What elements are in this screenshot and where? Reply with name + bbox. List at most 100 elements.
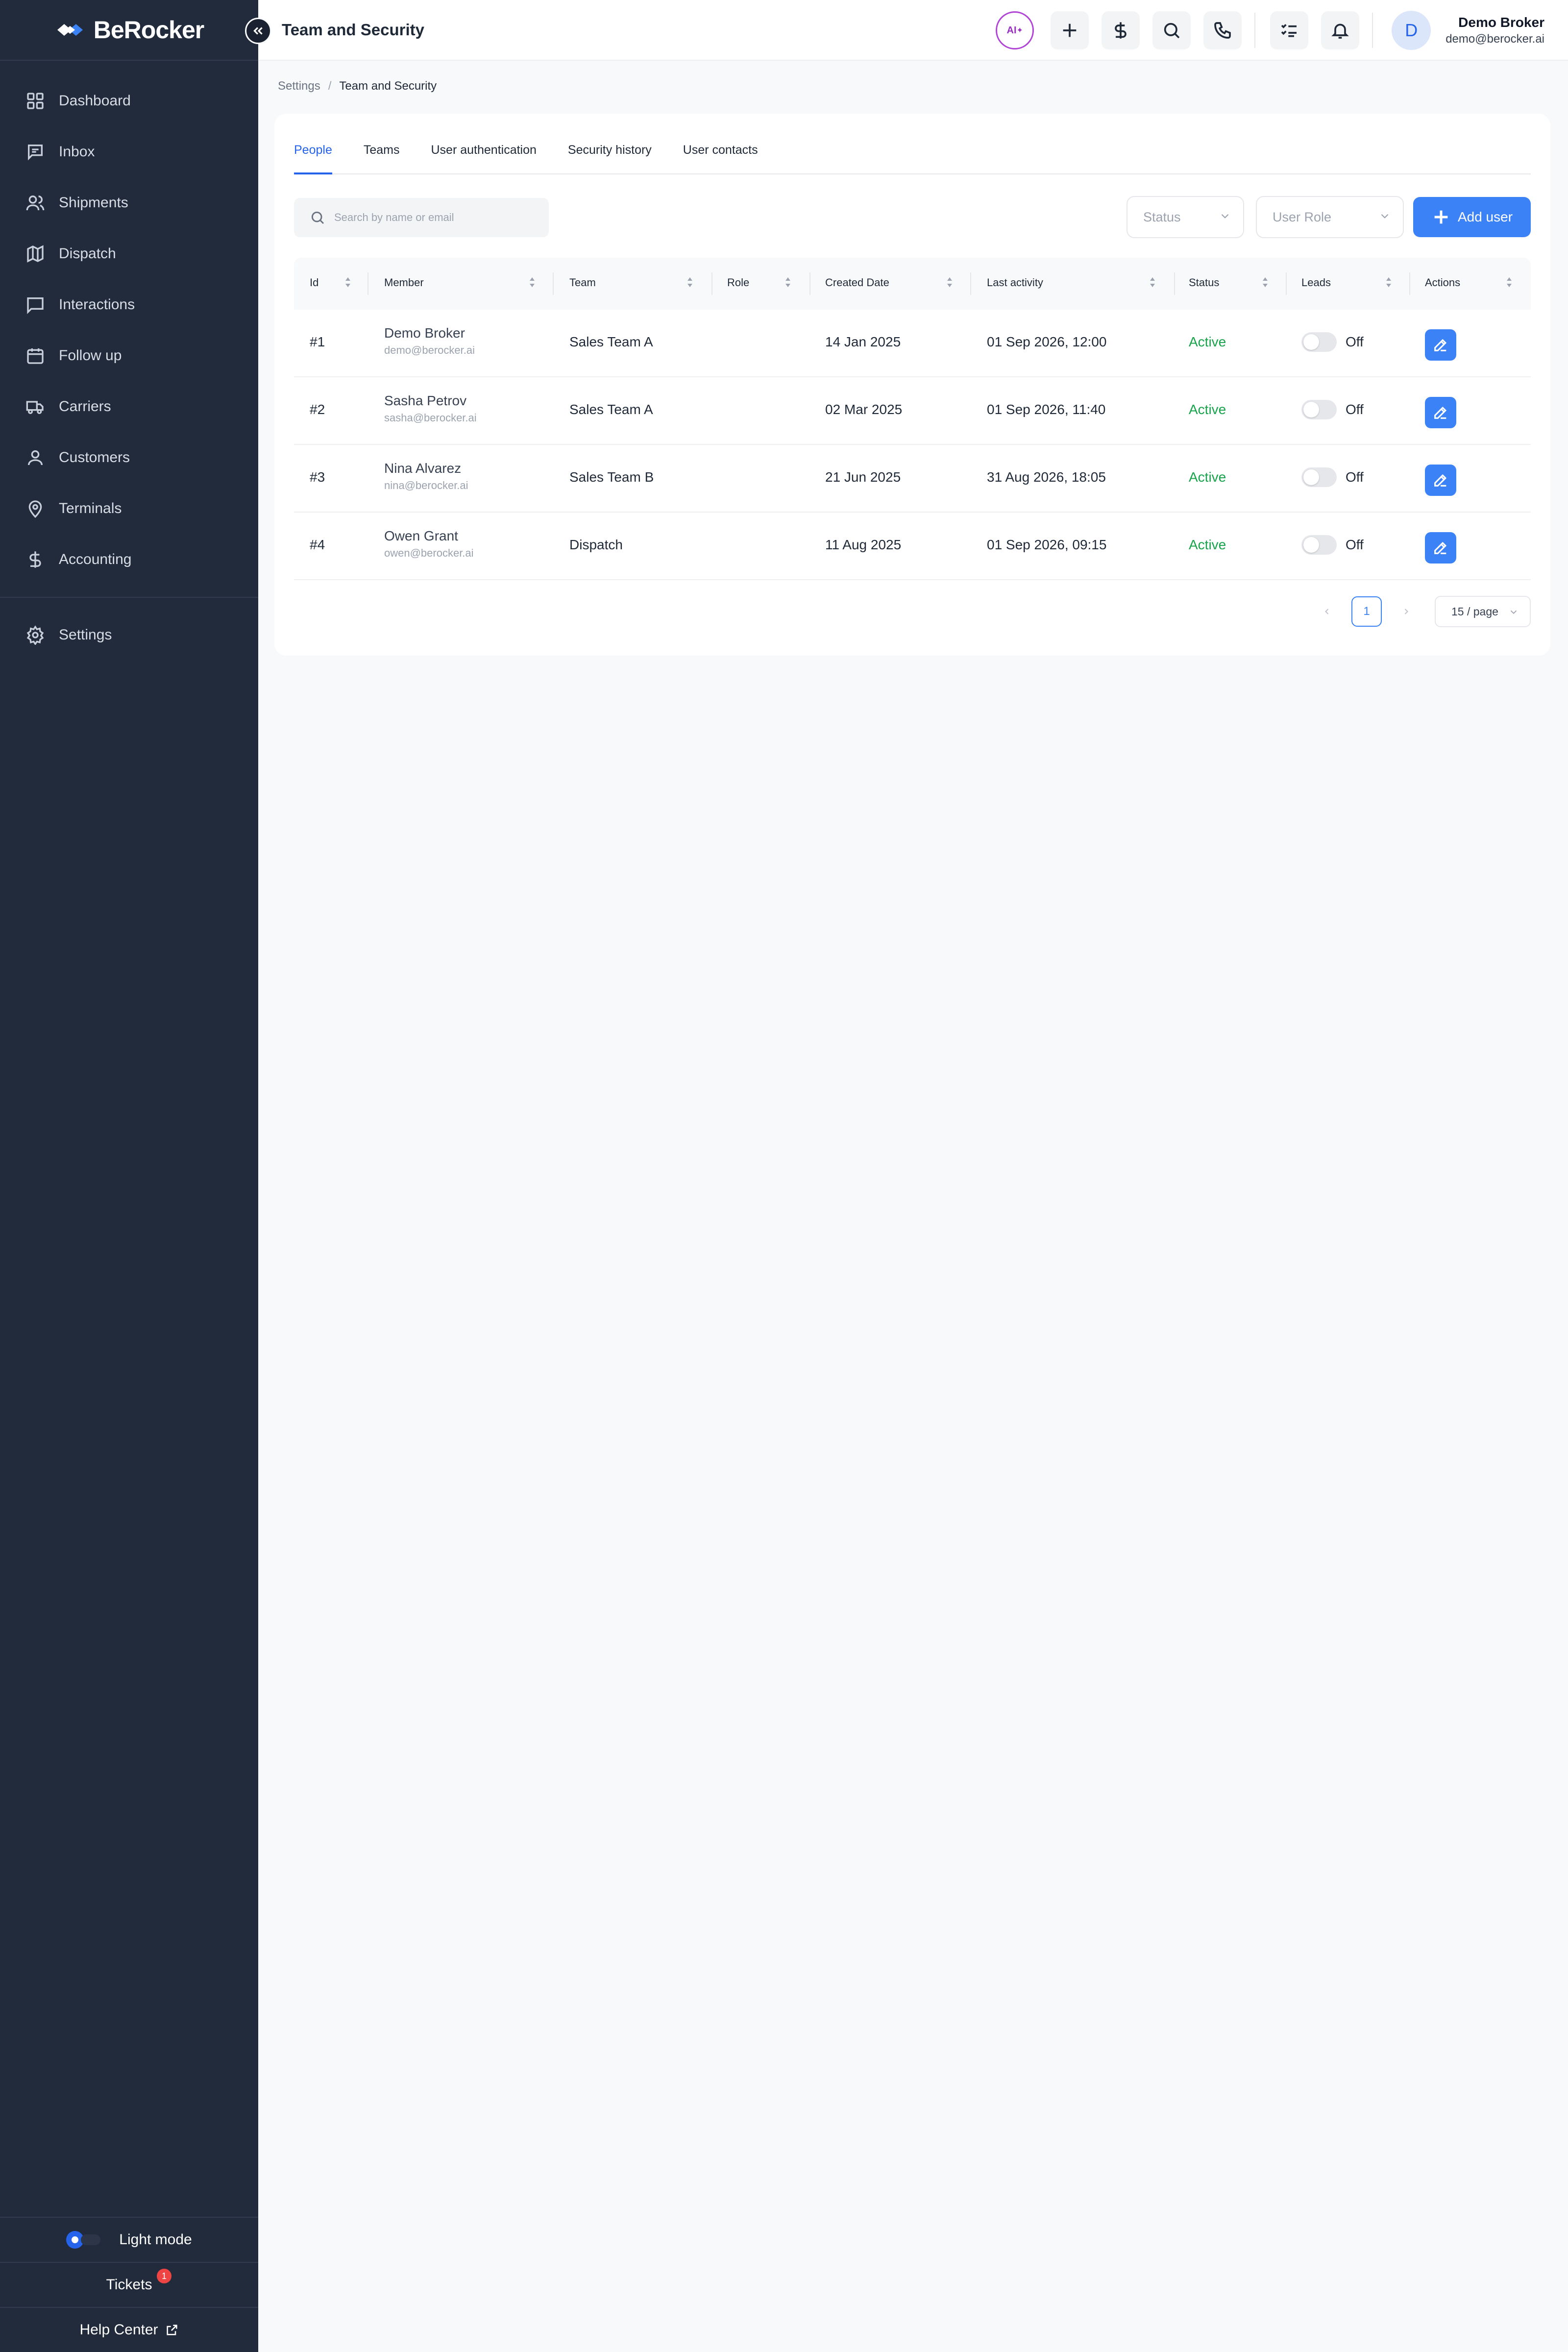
sidebar-item-dispatch[interactable]: Dispatch [0, 228, 258, 279]
tab-user-authentication[interactable]: User authentication [431, 137, 537, 173]
ai-assistant-button[interactable]: AI ✦ [996, 11, 1034, 49]
table-row[interactable]: #3 Nina Alvarez nina@berocker.ai Sales T… [294, 445, 1531, 513]
page-size-select[interactable]: 15 / page [1435, 596, 1531, 627]
sort-icon[interactable] [1505, 274, 1513, 290]
sort-icon[interactable] [528, 274, 536, 290]
add-user-button[interactable]: Add user [1413, 197, 1531, 237]
status-select[interactable]: Status [1127, 196, 1244, 238]
light-mode-label: Light mode [119, 2231, 192, 2248]
status-select-placeholder: Status [1143, 209, 1181, 224]
sidebar-item-terminals[interactable]: Terminals [0, 483, 258, 534]
page-number-button[interactable]: 1 [1351, 596, 1382, 627]
column-header-member[interactable]: Member [384, 276, 424, 289]
brand-logo-icon [57, 24, 83, 36]
breadcrumb-separator: / [328, 79, 332, 93]
truck-icon [26, 401, 44, 414]
add-user-label: Add user [1457, 209, 1513, 224]
cell-member: Demo Broker demo@berocker.ai [384, 325, 475, 357]
column-header-team[interactable]: Team [569, 276, 596, 289]
notifications-button[interactable] [1321, 11, 1360, 49]
table-row[interactable]: #1 Demo Broker demo@berocker.ai Sales Te… [294, 310, 1531, 377]
sort-icon[interactable] [1149, 274, 1156, 290]
tasks-button[interactable] [1270, 11, 1309, 49]
sidebar-item-label: Carriers [59, 398, 111, 415]
leads-toggle[interactable]: Off [1301, 332, 1364, 352]
plus-icon [1434, 210, 1448, 224]
search-button[interactable] [1152, 11, 1191, 49]
edit-button[interactable] [1425, 465, 1456, 496]
leads-toggle[interactable]: Off [1301, 467, 1364, 487]
tab-teams[interactable]: Teams [364, 137, 400, 173]
sidebar-item-dashboard[interactable]: Dashboard [0, 75, 258, 126]
edit-button[interactable] [1425, 329, 1456, 361]
sidebar-item-interactions[interactable]: Interactions [0, 279, 258, 330]
leads-toggle[interactable]: Off [1301, 535, 1364, 555]
pagination: 1 15 / page [1317, 596, 1531, 627]
user-role-select[interactable]: User Role [1256, 196, 1404, 238]
prev-page-button[interactable] [1317, 602, 1337, 621]
edit-button[interactable] [1425, 532, 1456, 564]
breadcrumb-settings[interactable]: Settings [278, 79, 320, 93]
sidebar-item-shipments[interactable]: Shipments [0, 177, 258, 228]
table-header: Id Member Team Role Created Date Last ac… [294, 258, 1531, 310]
sparkle-icon: ✦ [1016, 26, 1023, 35]
leads-toggle[interactable]: Off [1301, 400, 1364, 419]
sort-icon[interactable] [946, 274, 954, 290]
sidebar-item-accounting[interactable]: Accounting [0, 534, 258, 585]
billing-button[interactable] [1102, 11, 1140, 49]
cell-member: Sasha Petrov sasha@berocker.ai [384, 393, 477, 424]
pencil-icon [1434, 541, 1447, 554]
user-menu[interactable]: D Demo Broker demo@berocker.ai [1392, 11, 1544, 50]
column-header-created-date[interactable]: Created Date [825, 276, 889, 289]
sort-icon[interactable] [784, 274, 792, 290]
sort-icon[interactable] [1385, 274, 1393, 290]
page-size-label: 15 / page [1451, 605, 1498, 618]
cell-last-activity: 01 Sep 2026, 12:00 [987, 334, 1107, 349]
tab-user-contacts[interactable]: User contacts [683, 137, 758, 173]
breadcrumb: Settings / Team and Security [278, 79, 437, 93]
help-center-link[interactable]: Help Center [0, 2307, 258, 2352]
sort-icon[interactable] [1261, 274, 1269, 290]
tickets-link[interactable]: Tickets 1 [0, 2262, 258, 2307]
sidebar-item-carriers[interactable]: Carriers [0, 381, 258, 432]
light-mode-toggle[interactable]: Light mode [0, 2217, 258, 2262]
sort-icon[interactable] [686, 274, 694, 290]
member-name: Nina Alvarez [384, 461, 462, 476]
sidebar-item-follow-up[interactable]: Follow up [0, 330, 258, 381]
cell-id: #3 [310, 469, 325, 485]
help-center-label: Help Center [79, 2322, 158, 2338]
column-header-role[interactable]: Role [727, 276, 749, 289]
table-row[interactable]: #2 Sasha Petrov sasha@berocker.ai Sales … [294, 377, 1531, 445]
topbar: Team and Security AI ✦ D Demo Broker dem… [258, 0, 1568, 61]
ai-label: AI [1006, 24, 1017, 36]
topbar-divider [1372, 13, 1373, 48]
search-icon [1164, 23, 1180, 39]
user-name: Demo Broker [1458, 15, 1544, 30]
create-button[interactable] [1051, 11, 1089, 49]
sidebar-item-settings[interactable]: Settings [0, 610, 258, 661]
chevron-right-icon [1404, 609, 1408, 614]
sidebar-item-label: Accounting [59, 551, 132, 567]
next-page-button[interactable] [1396, 602, 1416, 621]
brand-name: BeRocker [93, 16, 204, 44]
toggle-track [1301, 400, 1337, 419]
sidebar-item-inbox[interactable]: Inbox [0, 126, 258, 177]
tab-security-history[interactable]: Security history [568, 137, 652, 173]
column-header-status[interactable]: Status [1189, 276, 1219, 289]
column-header-id[interactable]: Id [310, 276, 318, 289]
tab-people[interactable]: People [294, 137, 332, 174]
edit-button[interactable] [1425, 397, 1456, 428]
column-header-last-activity[interactable]: Last activity [987, 276, 1043, 289]
table-row[interactable]: #4 Owen Grant owen@berocker.ai Dispatch … [294, 513, 1531, 580]
collapse-sidebar-button[interactable] [245, 18, 271, 44]
map-pin-icon [28, 500, 42, 518]
column-header-leads[interactable]: Leads [1301, 276, 1331, 289]
sort-icon[interactable] [344, 274, 352, 290]
brand[interactable]: BeRocker [0, 0, 258, 61]
message-icon [27, 297, 44, 315]
sidebar-item-customers[interactable]: Customers [0, 432, 258, 483]
call-button[interactable] [1203, 11, 1242, 49]
search-input[interactable] [334, 211, 540, 224]
cell-member: Nina Alvarez nina@berocker.ai [384, 461, 468, 492]
chevron-left-icon [1325, 609, 1329, 614]
